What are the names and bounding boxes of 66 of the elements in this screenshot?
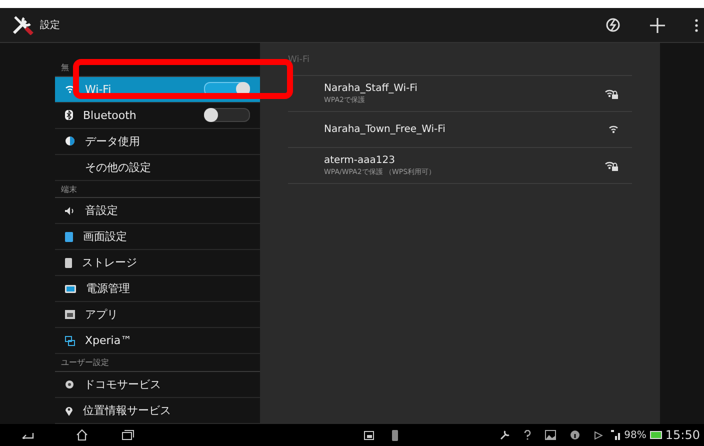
bluetooth-icon xyxy=(65,110,73,120)
network-name: Naraha_Staff_Wi-Fi xyxy=(324,82,418,94)
item-label: Bluetooth xyxy=(83,108,138,122)
settings-item[interactable]: ストレージ xyxy=(55,250,260,276)
item-label: 位置情報サービス xyxy=(83,403,172,418)
gear-icon xyxy=(65,380,74,390)
settings-item[interactable]: Bluetooth xyxy=(55,102,260,129)
item-label: アプリ xyxy=(85,307,119,322)
info-icon xyxy=(570,430,580,440)
folder-icon xyxy=(65,310,75,320)
network-item[interactable]: Naraha_Town_Free_Wi-Fi xyxy=(288,112,632,148)
recent-apps-button[interactable] xyxy=(122,430,134,440)
location-pin-icon xyxy=(65,406,73,416)
settings-item[interactable]: データ使用 xyxy=(55,128,260,155)
settings-item[interactable]: アプリ xyxy=(55,302,260,328)
question-icon xyxy=(524,430,532,440)
storage-icon xyxy=(65,258,72,268)
item-label: 画面設定 xyxy=(83,229,128,244)
more-icon xyxy=(695,18,698,32)
wifi-lock-icon xyxy=(605,160,618,171)
play-icon xyxy=(594,430,604,440)
wifi-icon xyxy=(609,124,618,135)
clock: 15:50 xyxy=(665,428,700,442)
item-label: 音設定 xyxy=(85,203,119,218)
item-label: ドコモサービス xyxy=(84,377,162,392)
screen-icon xyxy=(65,232,73,242)
image-icon xyxy=(545,430,556,440)
item-label: 電源管理 xyxy=(86,281,131,296)
overflow-menu-button[interactable] xyxy=(695,18,698,32)
settings-item[interactable]: 画面設定 xyxy=(55,224,260,250)
item-label: Wi-Fi xyxy=(85,82,112,96)
recents-icon xyxy=(122,430,134,440)
section-label: 無 xyxy=(61,62,69,73)
app-title: 設定 xyxy=(40,18,60,32)
speaker-icon xyxy=(65,206,75,215)
battery-percent: 98% xyxy=(624,430,646,440)
wifi-lock-icon xyxy=(605,88,618,99)
add-button[interactable] xyxy=(650,18,665,32)
wrench-icon xyxy=(500,430,510,440)
home-button[interactable] xyxy=(76,429,88,441)
plus-icon xyxy=(650,18,665,32)
battery-icon xyxy=(650,431,662,439)
window-icon xyxy=(364,430,374,440)
item-label: データ使用 xyxy=(85,134,141,149)
battery-icon xyxy=(65,284,76,293)
settings-item[interactable]: 電源管理 xyxy=(55,276,260,302)
settings-item[interactable]: Xperia™ xyxy=(55,328,260,354)
pie-chart-icon xyxy=(65,136,75,146)
tools-icon xyxy=(12,15,34,35)
wifi-icon xyxy=(65,85,75,94)
signal-icon xyxy=(611,430,622,440)
section-label: 端末 xyxy=(61,184,77,194)
section-label: ユーザー設定 xyxy=(61,357,109,368)
windows-icon xyxy=(65,336,75,346)
home-icon xyxy=(76,429,88,441)
item-label: Xperia™ xyxy=(85,334,133,348)
panel-title: Wi-Fi xyxy=(288,55,310,65)
network-name: aterm-aaa123 xyxy=(324,154,396,166)
item-label: ストレージ xyxy=(82,255,138,270)
back-icon xyxy=(22,431,34,439)
toggle-switch[interactable] xyxy=(204,108,250,122)
back-button[interactable] xyxy=(22,431,34,439)
small-app-button[interactable] xyxy=(364,430,374,440)
network-name: Naraha_Town_Free_Wi-Fi xyxy=(324,124,446,135)
settings-item[interactable]: ドコモサービス xyxy=(55,372,260,398)
item-label: その他の設定 xyxy=(85,160,152,175)
